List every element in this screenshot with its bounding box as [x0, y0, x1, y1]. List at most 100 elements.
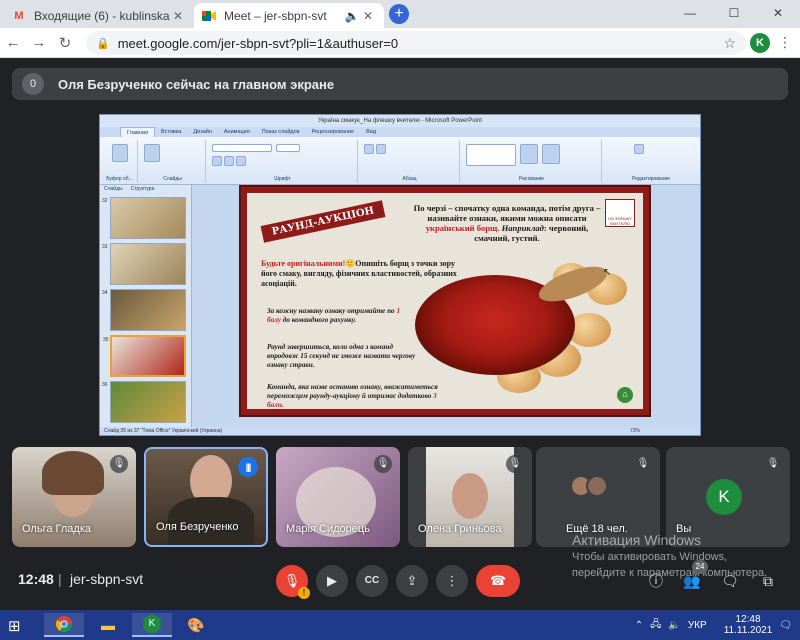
- captions-button[interactable]: CC: [356, 565, 388, 597]
- participant-tile[interactable]: 🎙 Олена Гриньова: [408, 447, 532, 547]
- ribbon-tab: Рецензирование: [311, 129, 355, 135]
- new-slide-icon: [144, 144, 160, 162]
- notifications-icon[interactable]: 🗨: [779, 620, 792, 631]
- minimize-button[interactable]: —: [668, 0, 712, 28]
- address-bar[interactable]: 🔒 meet.google.com/jer-sbpn-svt?pli=1&aut…: [86, 31, 746, 55]
- mouse-cursor-icon: ↖: [603, 267, 612, 278]
- paste-icon: [112, 144, 128, 162]
- forward-icon[interactable]: →: [26, 34, 52, 51]
- url-text: meet.google.com/jer-sbpn-svt?pli=1&authu…: [117, 35, 399, 51]
- slide-thumbnail: 36: [102, 381, 186, 423]
- meeting-details-button[interactable]: ⓘ: [644, 569, 668, 593]
- new-tab-button[interactable]: +: [389, 4, 409, 24]
- chat-button[interactable]: 🗨: [718, 569, 742, 593]
- presenter-count-badge: 0: [22, 73, 44, 95]
- close-tab-icon[interactable]: ✕: [170, 9, 186, 23]
- mic-off-icon: 🎙: [110, 455, 128, 473]
- tab-title: Входящие (6) - kublinska.irina@: [34, 8, 170, 23]
- participant-name: Оля Безрученко: [156, 521, 239, 533]
- ribbon-group: Буфер об...: [102, 140, 138, 182]
- more-vert-icon: ⋮: [445, 573, 459, 588]
- participant-tile[interactable]: 🎙 Марія Сидорець: [276, 447, 400, 547]
- slide: РАУНД-АУКЦІОН НА ФЛЕШКУ ВЧИТЕЛЮ По черзі…: [239, 185, 651, 417]
- mic-toggle-button[interactable]: 🎙 !: [276, 565, 310, 599]
- underline-icon: [236, 156, 246, 166]
- tab-meet[interactable]: Meet – jer-sbpn-svt 🔈 ✕: [194, 3, 384, 28]
- mic-off-icon: 🎙: [764, 455, 782, 473]
- slides-panel: Слайды Структура 32 33 34 35 36: [100, 185, 192, 429]
- slide-rule-3: Команда, яка назве останню ознаку, вважа…: [267, 383, 438, 409]
- window-controls: — ☐ ✕: [668, 0, 800, 28]
- volume-icon[interactable]: 🔈: [668, 620, 680, 631]
- powerpoint-title: Україна смакує_На флешку вчителю - Micro…: [100, 115, 700, 127]
- camera-icon: ▶: [327, 573, 337, 588]
- home-icon: ⌂: [617, 387, 633, 403]
- mic-off-icon: 🎙: [506, 455, 524, 473]
- speaking-indicator-icon: |||: [238, 457, 258, 477]
- people-button[interactable]: 👥 24: [680, 560, 708, 593]
- reload-icon[interactable]: ↻: [52, 34, 78, 52]
- close-window-button[interactable]: ✕: [756, 0, 800, 28]
- present-button[interactable]: ⇪: [396, 565, 428, 597]
- ribbon-group: Рисование: [462, 140, 602, 182]
- gmail-icon: M: [14, 9, 24, 22]
- shapes-gallery: [466, 144, 516, 166]
- back-icon[interactable]: ←: [0, 34, 26, 51]
- slides-tab: Слайды: [104, 186, 123, 192]
- keyboard-language[interactable]: УКР: [688, 620, 707, 631]
- meeting-code: jer-sbpn-svt: [70, 571, 144, 587]
- ribbon-group: Редактирование: [604, 140, 698, 182]
- windows-taskbar: ⊞ ▬ K 🎨 ⌃ 🖧 🔈 УКР 12:48 11.11.2021 🗨: [0, 610, 800, 640]
- taskbar-paint[interactable]: 🎨: [176, 613, 216, 637]
- slide-thumbnail: 34: [102, 289, 186, 331]
- chevron-up-icon[interactable]: ⌃: [635, 620, 643, 631]
- folder-icon: ▬: [101, 617, 115, 633]
- mic-off-icon: 🎙: [634, 455, 652, 473]
- browser-menu-icon[interactable]: ⋮: [778, 35, 792, 49]
- slide-thumbnail: 32: [102, 197, 186, 239]
- outline-tab: Структура: [130, 186, 155, 192]
- lock-icon[interactable]: 🔒: [96, 37, 110, 50]
- ribbon-tabs: Главная Вставка Дизайн Анимация Показ сл…: [100, 127, 700, 137]
- participants-count-badge: 24: [692, 560, 708, 574]
- meeting-control-bar: 12:48 | jer-sbpn-svt 🎙 ! ▶ CC ⇪ ⋮ ☎ ⓘ 👥 …: [0, 557, 800, 609]
- bullets-icon: [364, 144, 374, 154]
- activities-icon: ⧉: [763, 573, 773, 589]
- shared-screen: Україна смакує_На флешку вчителю - Micro…: [99, 114, 701, 436]
- font-combo: [212, 144, 272, 152]
- presenting-text: Оля Безрученко сейчас на главном экране: [58, 76, 335, 92]
- tab-gmail[interactable]: M Входящие (6) - kublinska.irina@ ✕: [4, 3, 194, 28]
- windows-start-icon[interactable]: ⊞: [8, 617, 21, 635]
- more-participants-avatars: [570, 475, 608, 497]
- presenting-banner: 0 Оля Безрученко сейчас на главном экран…: [12, 68, 788, 100]
- taskbar-explorer[interactable]: ▬: [88, 613, 128, 637]
- leave-call-button[interactable]: ☎: [476, 565, 520, 597]
- profile-avatar[interactable]: K: [750, 33, 770, 53]
- participant-tile[interactable]: 🎙 Ольга Гладка: [12, 447, 136, 547]
- slides-panel-tabs: Слайды Структура: [100, 185, 191, 194]
- more-options-button[interactable]: ⋮: [436, 565, 468, 597]
- participant-tile[interactable]: ||| Оля Безрученко: [144, 447, 268, 547]
- ribbon-tab: Вид: [366, 129, 377, 135]
- ribbon-group: Шрифт: [208, 140, 358, 182]
- meet-icon: [202, 9, 216, 23]
- mute-tab-icon[interactable]: 🔈: [344, 9, 360, 23]
- bookmark-star-icon[interactable]: ☆: [723, 35, 736, 52]
- italic-icon: [224, 156, 234, 166]
- chrome-profile-icon: K: [143, 615, 161, 633]
- ribbon: Буфер об... Слайды Шрифт Абзац Рисование: [100, 137, 700, 185]
- hang-up-icon: ☎: [489, 573, 507, 588]
- slide-rule-2: Раунд завершиться, коли одна з команд вп…: [267, 343, 416, 369]
- close-tab-icon[interactable]: ✕: [360, 9, 376, 23]
- font-size-combo: [276, 144, 300, 152]
- taskbar-chrome-profile[interactable]: K: [132, 613, 172, 637]
- ribbon-group: Слайды: [140, 140, 206, 182]
- activities-button[interactable]: ⧉: [756, 569, 780, 593]
- numbering-icon: [376, 144, 386, 154]
- taskbar-chrome[interactable]: [44, 613, 84, 637]
- taskbar-clock[interactable]: 12:48 11.11.2021: [717, 614, 773, 636]
- bold-icon: [212, 156, 222, 166]
- maximize-button[interactable]: ☐: [712, 0, 756, 28]
- network-icon[interactable]: 🖧: [650, 617, 661, 634]
- camera-toggle-button[interactable]: ▶: [316, 565, 348, 597]
